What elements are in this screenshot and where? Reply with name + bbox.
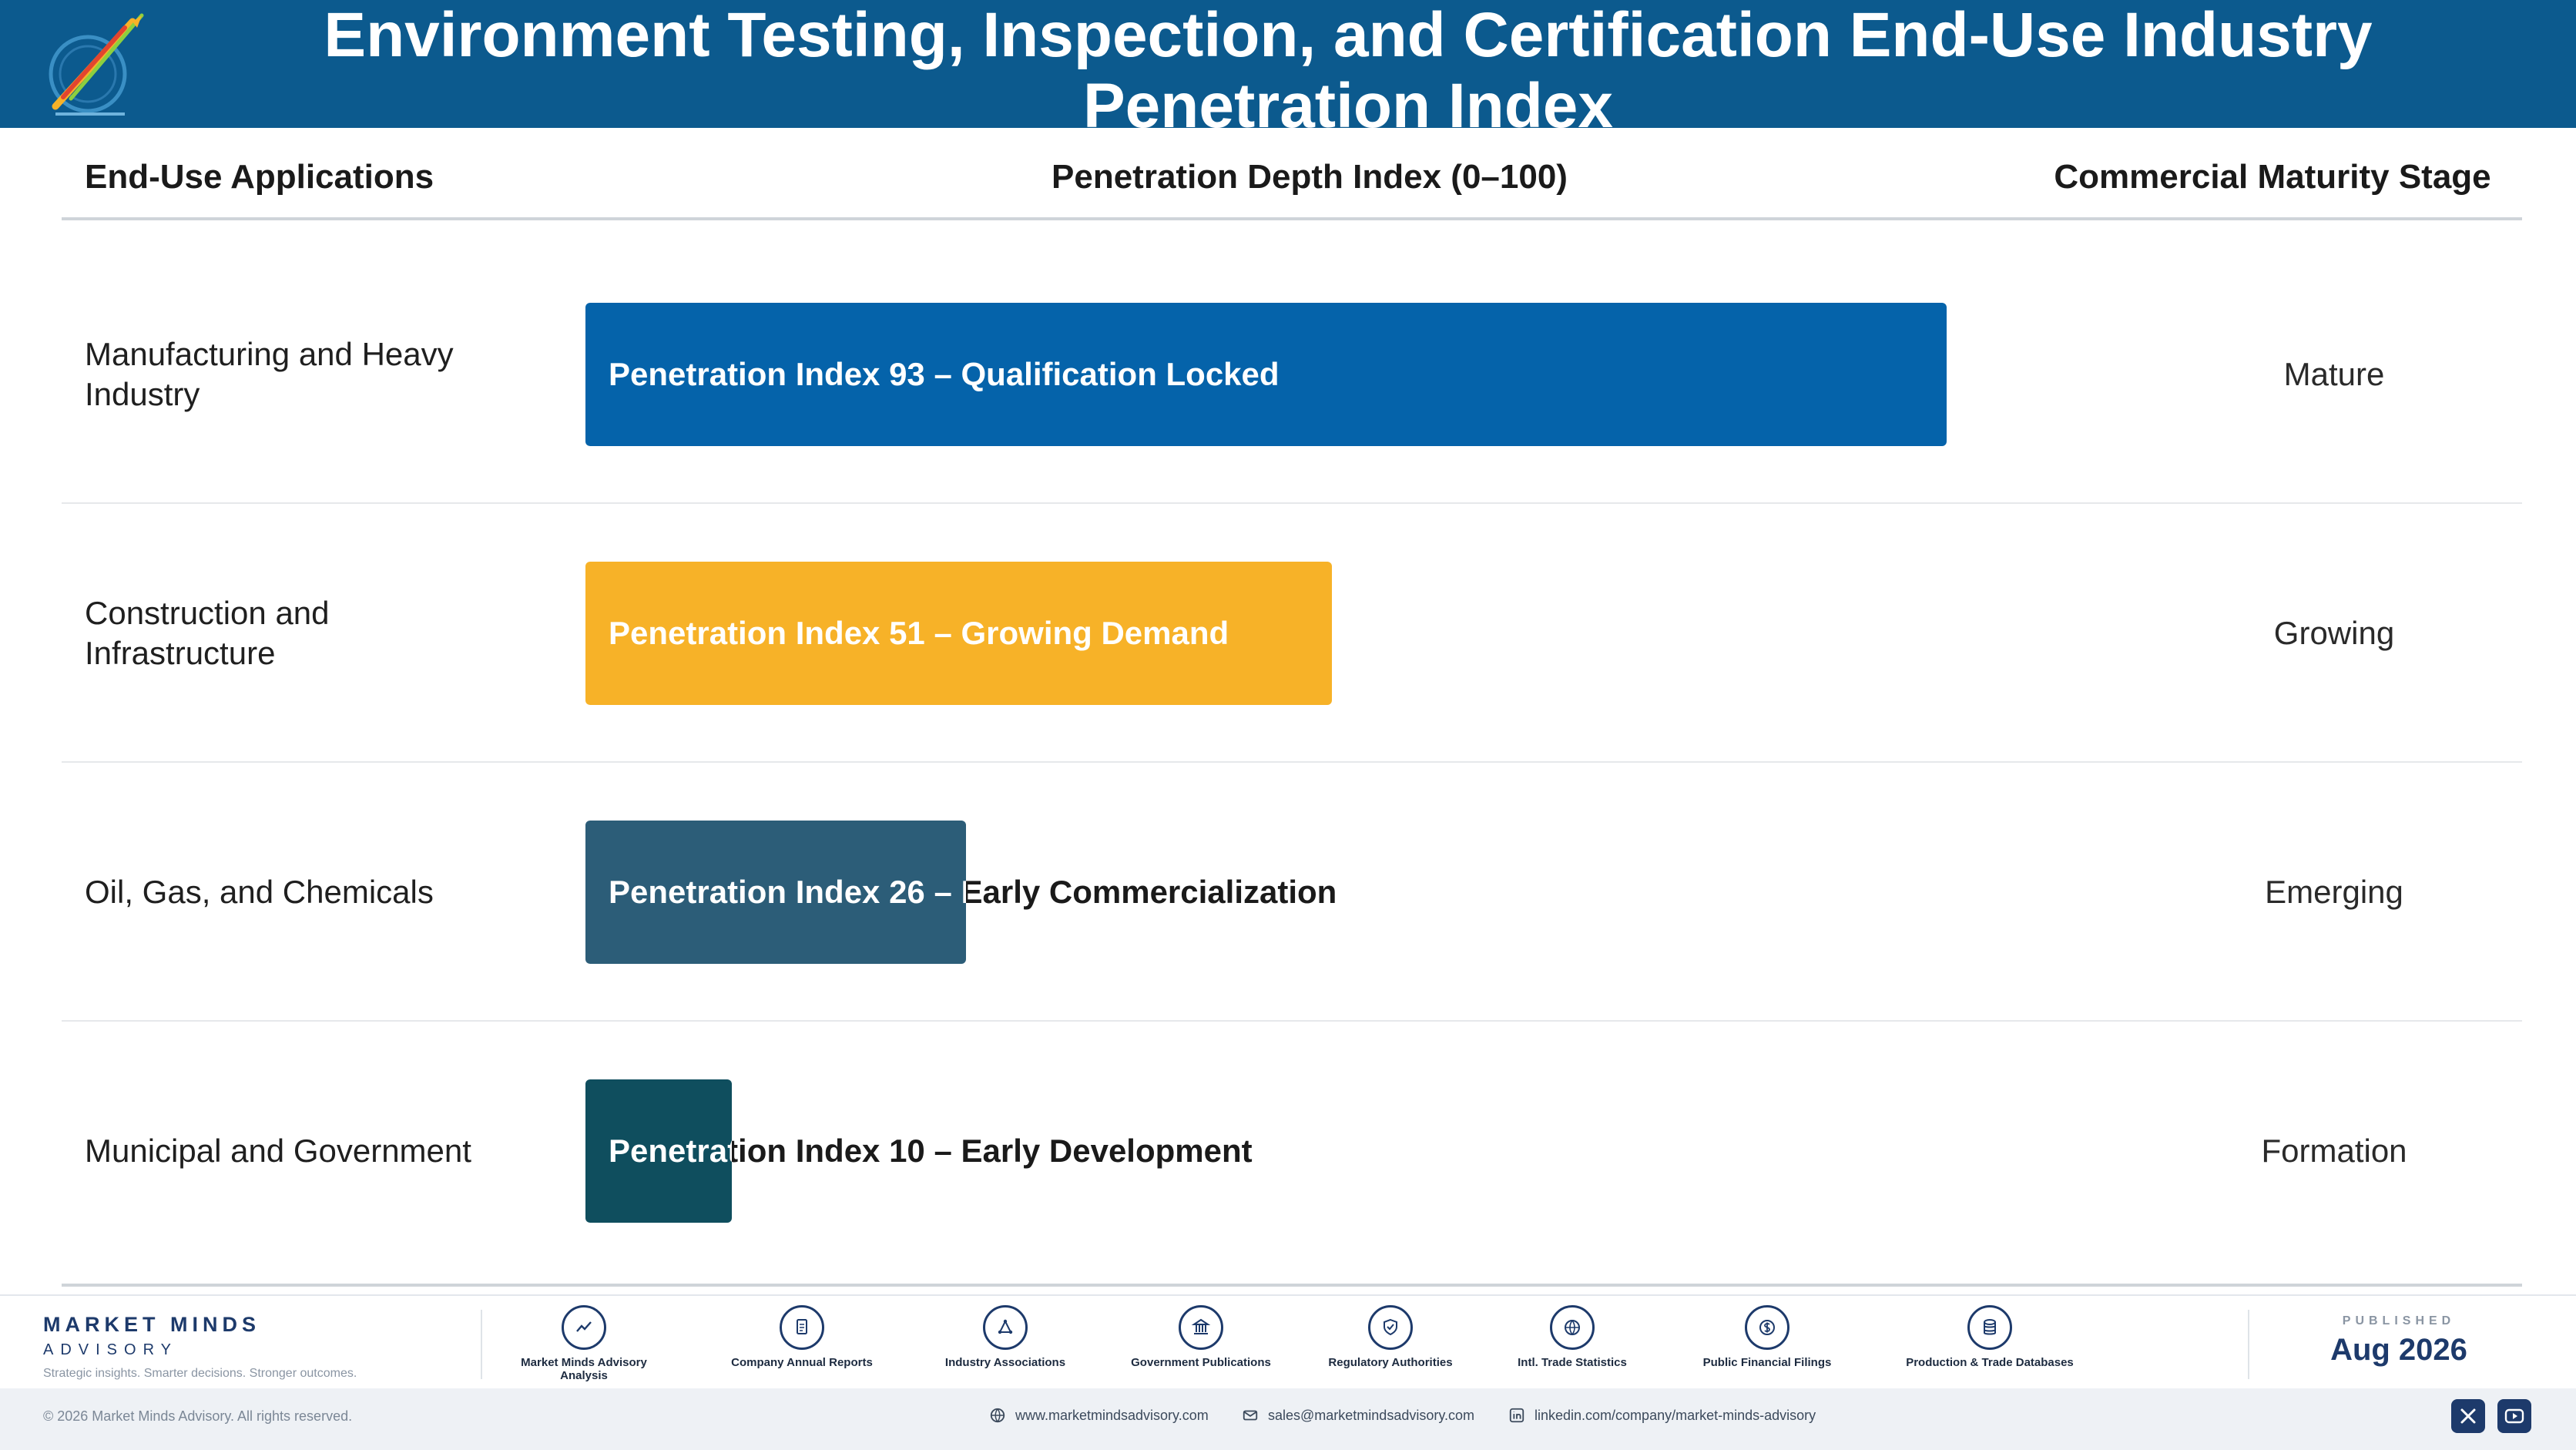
header-banner: Environment Testing, Inspection, and Cer… xyxy=(0,0,2576,141)
bar-value-label: Penetration Index 26 – Early Commerciali… xyxy=(609,874,1337,910)
source-item: Regulatory Authorities xyxy=(1306,1305,1475,1369)
table-row: Oil, Gas, and Chemicals Penetration Index… xyxy=(62,763,2522,1022)
linkedin-link[interactable]: linkedin.com/company/market-minds-adviso… xyxy=(1508,1407,1816,1424)
source-label: Public Financial Filings xyxy=(1702,1356,1832,1369)
bar-track: Penetration Index 26 – Early Commerciali… xyxy=(585,763,2049,1022)
source-label: Intl. Trade Statistics xyxy=(1518,1356,1627,1369)
row-application-label: Manufacturing and Heavy Industry xyxy=(85,336,454,412)
shield-check-icon xyxy=(1368,1305,1413,1350)
bar-value-label: Penetration Index 10 – Early Development xyxy=(609,1133,1253,1169)
globe-icon xyxy=(990,1408,1005,1423)
row-maturity-stage: Growing xyxy=(2273,615,2395,651)
email-link[interactable]: sales@marketmindsadvisory.com xyxy=(1242,1407,1474,1424)
x-icon[interactable] xyxy=(2451,1399,2485,1433)
row-application-label: Construction and Infrastructure xyxy=(85,595,330,671)
linkedin-icon xyxy=(1509,1408,1524,1423)
footer-divider-right xyxy=(2248,1310,2249,1379)
market-minds-logo-icon xyxy=(49,13,144,116)
row-maturity-stage: Formation xyxy=(2261,1133,2407,1169)
globe-icon xyxy=(1550,1305,1595,1350)
page: Environment Testing, Inspection, and Cer… xyxy=(0,0,2576,1450)
source-label: Government Publications xyxy=(1131,1356,1271,1369)
source-item: Market Minds Advisory Analysis xyxy=(499,1305,669,1382)
bar-track: Penetration Index 93 – Qualification Loc… xyxy=(585,245,2049,504)
database-icon xyxy=(1967,1305,2012,1350)
published-label: PUBLISHED xyxy=(2342,1314,2456,1327)
brand-name: MARKET MINDS xyxy=(43,1313,260,1336)
source-item: Intl. Trade Statistics xyxy=(1488,1305,1657,1369)
table-row: Municipal and Government Penetration Inde… xyxy=(62,1022,2522,1280)
government-building-icon xyxy=(1179,1305,1223,1350)
footer-brand: MARKET MINDS ADVISORY Strategic insights… xyxy=(43,1313,357,1381)
bar-value-label: Penetration Index 93 – Qualification Loc… xyxy=(609,356,1280,392)
youtube-icon[interactable] xyxy=(2497,1399,2531,1433)
source-item: Industry Associations xyxy=(921,1305,1090,1369)
table-row: Manufacturing and Heavy Industry Penetrat… xyxy=(62,245,2522,504)
source-item: Company Annual Reports xyxy=(717,1305,887,1369)
row-maturity-stage: Emerging xyxy=(2265,874,2403,910)
published-block: PUBLISHED Aug 2026 xyxy=(2299,1314,2499,1368)
footer: MARKET MINDS ADVISORY Strategic insights… xyxy=(0,1294,2576,1388)
brand-sub: ADVISORY xyxy=(43,1341,178,1358)
row-application-label: Municipal and Government xyxy=(85,1133,471,1169)
table-bottom-divider xyxy=(62,1284,2522,1287)
header-divider xyxy=(62,217,2522,220)
network-icon xyxy=(983,1305,1028,1350)
row-maturity-stage: Mature xyxy=(2283,356,2385,392)
source-label: Industry Associations xyxy=(944,1356,1066,1369)
copyright: © 2026 Market Minds Advisory. All rights… xyxy=(43,1408,353,1424)
bar-value-label: Penetration Index 51 – Growing Demand xyxy=(609,615,1229,651)
row-application-label: Oil, Gas, and Chemicals xyxy=(85,874,434,910)
dollar-coin-icon xyxy=(1745,1305,1789,1350)
source-item: Government Publications xyxy=(1116,1305,1286,1369)
footer-divider-left xyxy=(481,1310,482,1379)
bar-track: Penetration Index 51 – Growing Demand xyxy=(585,504,2049,763)
document-icon xyxy=(780,1305,824,1350)
table-row: Construction and Infrastructure Penetrati… xyxy=(62,504,2522,763)
published-date: Aug 2026 xyxy=(2330,1333,2467,1367)
brand-tagline: Strategic insights. Smarter decisions. S… xyxy=(43,1367,357,1380)
email-text[interactable]: sales@marketmindsadvisory.com xyxy=(1268,1408,1474,1424)
website-link[interactable]: www.marketmindsadvisory.com xyxy=(989,1407,1209,1424)
page-title: Environment Testing, Inspection, and Cer… xyxy=(324,0,2373,141)
bar-track: Penetration Index 10 – Early Development xyxy=(585,1022,2049,1280)
linkedin-text[interactable]: linkedin.com/company/market-minds-adviso… xyxy=(1535,1408,1816,1424)
trend-line-icon xyxy=(562,1305,606,1350)
source-label: Production & Trade Databases xyxy=(1906,1356,2074,1369)
website-text[interactable]: www.marketmindsadvisory.com xyxy=(1015,1408,1209,1424)
column-header-maturity: Commercial Maturity Stage xyxy=(2054,158,2491,196)
source-label: Company Annual Reports xyxy=(731,1356,873,1369)
footer-contact-bar: © 2026 Market Minds Advisory. All rights… xyxy=(0,1388,2576,1450)
source-item: Production & Trade Databases xyxy=(1905,1305,2075,1369)
mail-icon xyxy=(1243,1410,1258,1421)
source-label: Market Minds Advisory Analysis xyxy=(521,1356,647,1382)
source-label: Regulatory Authorities xyxy=(1328,1356,1453,1369)
source-item: Public Financial Filings xyxy=(1682,1305,1852,1369)
